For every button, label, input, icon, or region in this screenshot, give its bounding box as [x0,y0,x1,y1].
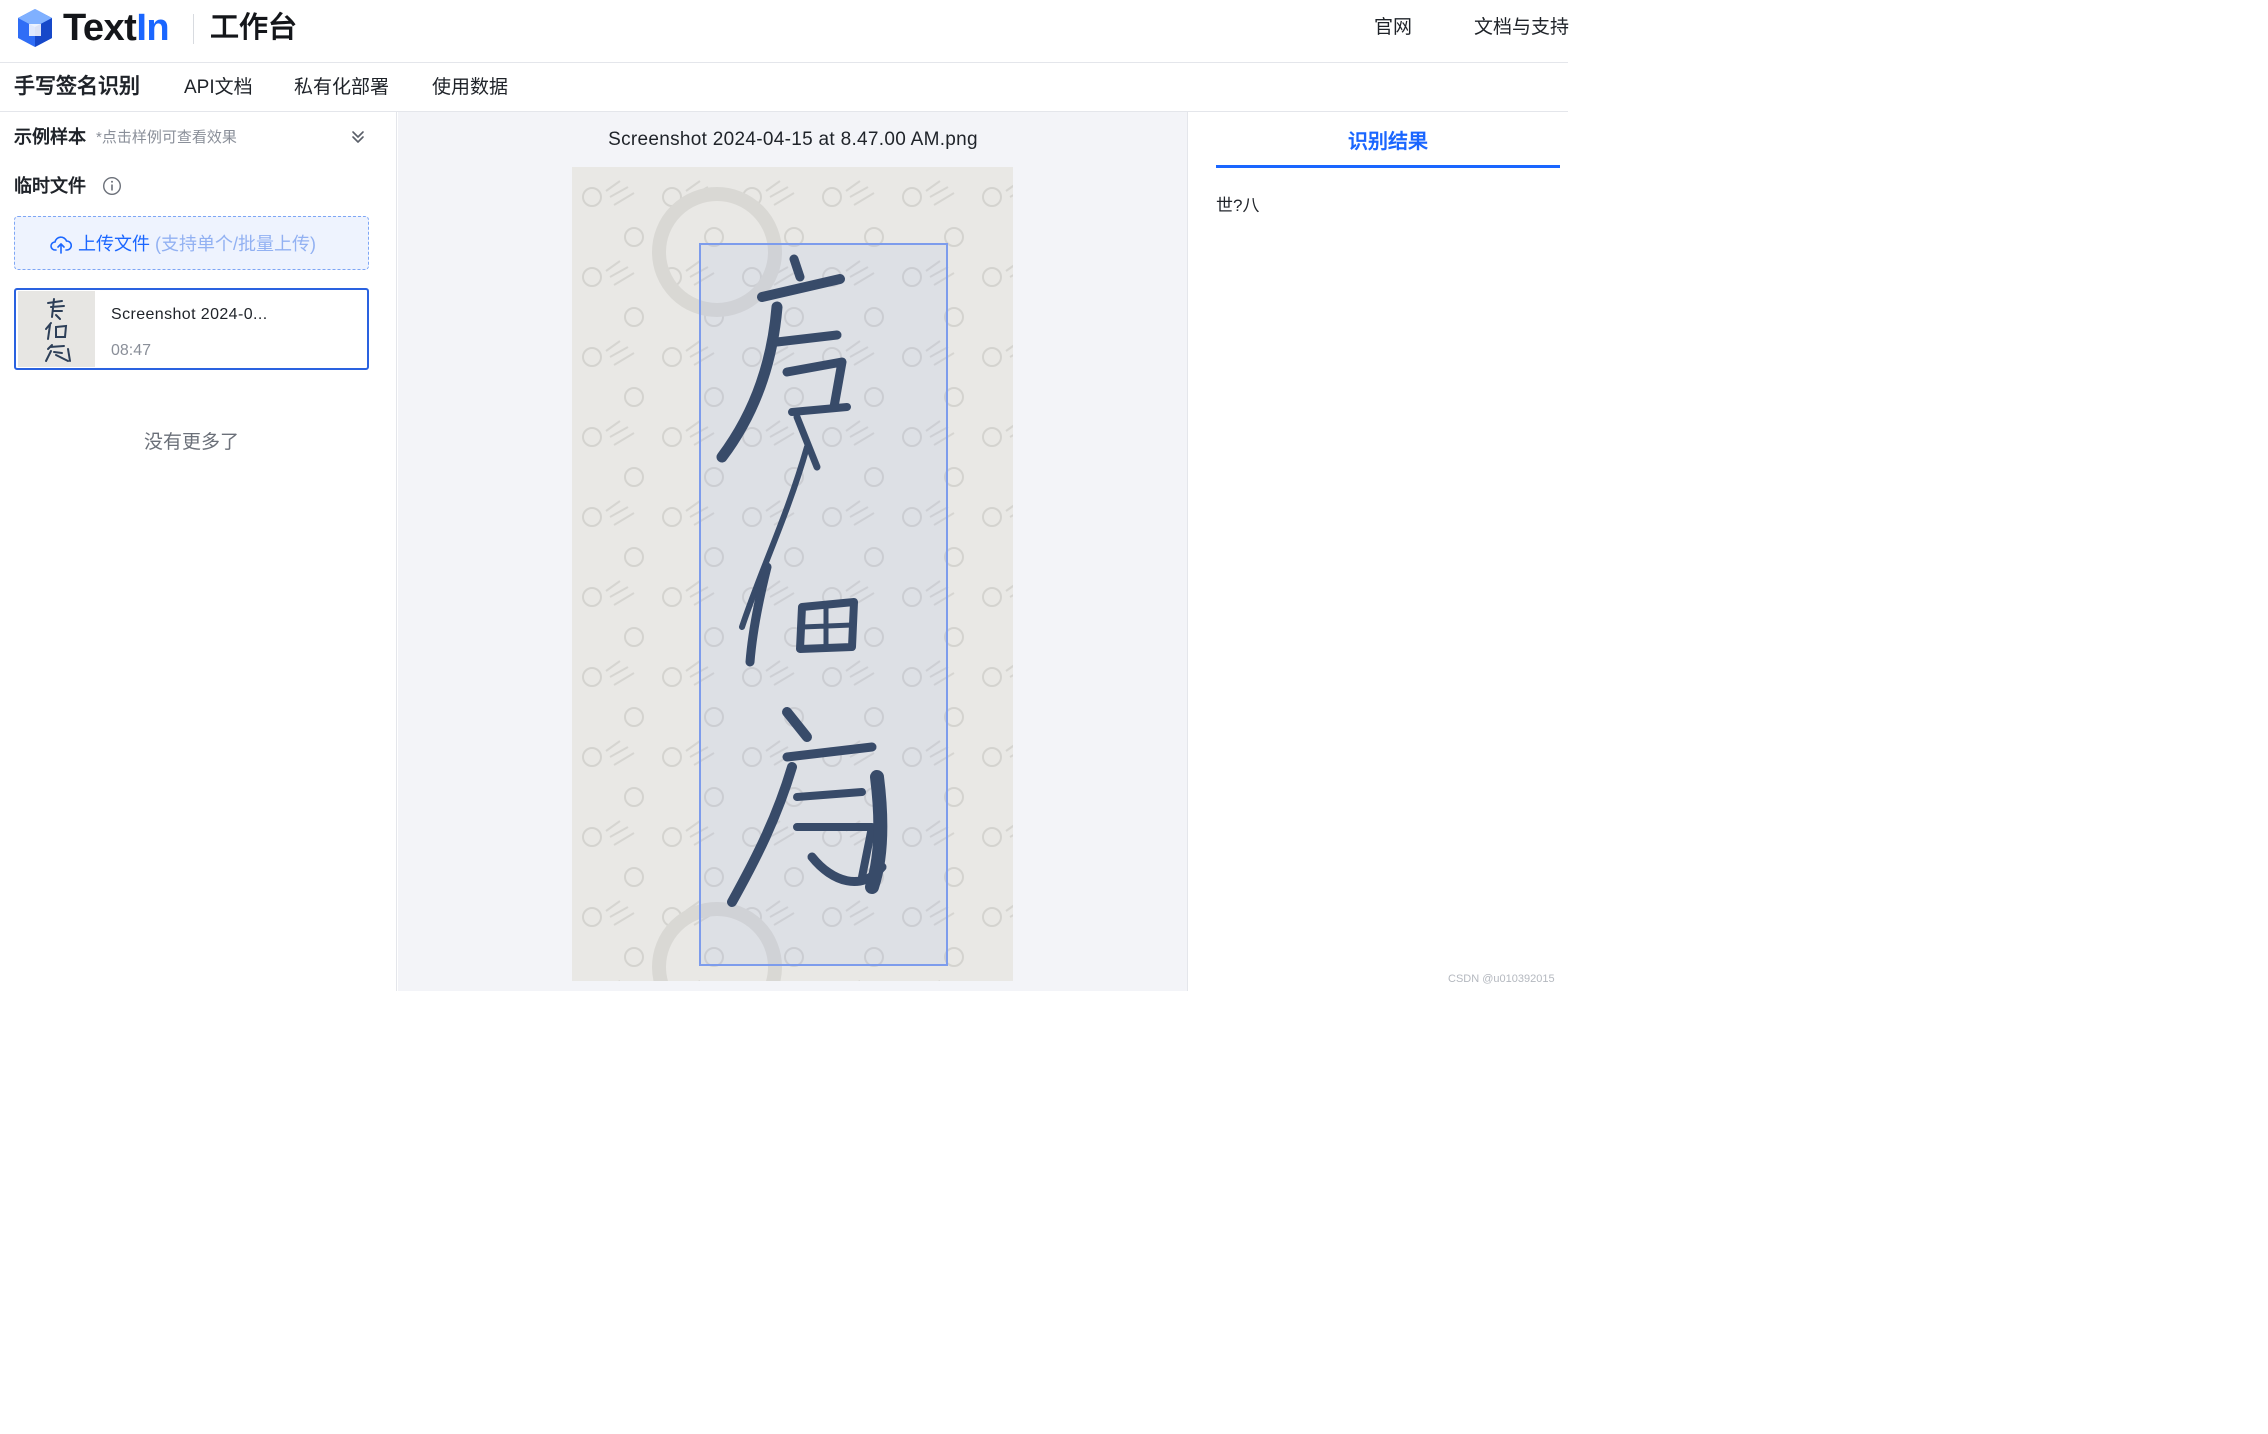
top-header: TextIn 工作台 官网 文档与支持 [0,0,1569,63]
tab-active-indicator [1216,165,1560,168]
tab-recognition-result[interactable]: 识别结果 [1216,128,1560,156]
workbench-title: 工作台 [210,12,298,44]
file-time: 08:47 [111,342,152,359]
recognition-result-text: 世?八 [1216,196,1260,215]
result-panel: 识别结果 世?八 [1189,112,1568,991]
file-list-item[interactable]: Screenshot 2024-0... 08:47 [14,288,369,370]
samples-title: 示例样本 [14,127,86,147]
upload-hint: (支持单个/批量上传) [155,234,317,254]
image-viewer: Screenshot 2024-04-15 at 8.47.00 AM.png [398,112,1188,991]
chevron-double-down-icon[interactable] [350,129,366,145]
detection-bounding-box [699,243,948,966]
brand-name[interactable]: TextIn [63,6,170,50]
secondary-nav: 手写签名识别 API文档 私有化部署 使用数据 [0,63,1568,112]
sidebar: 示例样本 *点击样例可查看效果 临时文件 上传文件 (支持单个/批量上传) Sc… [0,112,397,991]
official-site-link[interactable]: 官网 [1374,15,1412,41]
brand-prefix: Text [63,7,137,49]
nav-item-private-deployment[interactable]: 私有化部署 [294,75,389,101]
nav-item-usage-data[interactable]: 使用数据 [432,75,508,101]
document-image[interactable] [572,167,1013,981]
nav-item-api-docs[interactable]: API文档 [184,75,253,101]
no-more-text: 没有更多了 [143,432,239,453]
signature-thumbnail-image [18,291,95,367]
samples-hint: *点击样例可查看效果 [96,129,237,146]
file-name: Screenshot 2024-0... [111,306,268,323]
csdn-watermark: CSDN @u010392015 [1448,973,1555,985]
info-icon[interactable] [102,176,122,196]
upload-label-text: 上传文件 [78,234,150,254]
upload-cloud-icon [50,236,72,254]
upload-file-button[interactable]: 上传文件 (支持单个/批量上传) [14,216,369,270]
image-filename: Screenshot 2024-04-15 at 8.47.00 AM.png [608,129,978,150]
temp-files-title: 临时文件 [14,176,86,196]
textin-logo-icon[interactable] [16,8,54,48]
nav-item-signature-recognition[interactable]: 手写签名识别 [14,74,140,100]
upload-label: 上传文件 (支持单个/批量上传) [78,231,316,257]
file-thumbnail [18,291,95,367]
brand-accent: In [136,7,170,49]
docs-support-link[interactable]: 文档与支持 [1474,15,1569,41]
brand-divider [193,14,194,44]
